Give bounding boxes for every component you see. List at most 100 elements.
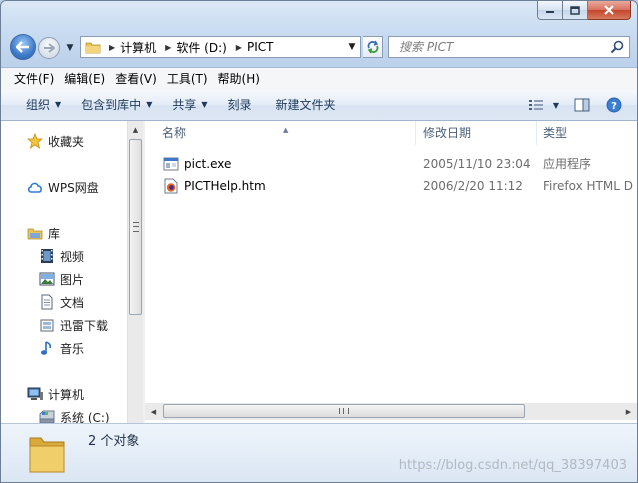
caption-buttons	[537, 1, 631, 20]
preview-pane-button[interactable]	[569, 93, 595, 117]
drive-icon	[39, 409, 55, 423]
refresh-icon	[367, 40, 378, 54]
menu-bar: 文件(F) 编辑(E) 查看(V) 工具(T) 帮助(H)	[1, 67, 637, 90]
new-folder-button[interactable]: 新建文件夹	[267, 93, 345, 117]
organize-button[interactable]: 组织 ▼	[17, 93, 70, 117]
file-list: 名称 ▲ 修改日期 类型 pict.exe 2005/11/10 23:04 应…	[145, 121, 637, 423]
scrollbar-thumb[interactable]	[163, 404, 525, 418]
recent-pages-dropdown[interactable]: ▼	[65, 43, 75, 53]
burn-label: 刻录	[227, 98, 252, 112]
music-icon	[39, 340, 55, 356]
file-list-horizontal-scrollbar[interactable]: ◀ ▶	[145, 403, 637, 420]
sidebar-item-computer[interactable]: 计算机	[27, 384, 84, 404]
file-name: PICTHelp.htm	[184, 179, 266, 193]
scroll-left-arrow-icon[interactable]: ◀	[145, 403, 162, 420]
organize-label: 组织	[26, 98, 51, 112]
burn-button[interactable]: 刻录	[219, 93, 261, 117]
search-icon[interactable]	[610, 40, 624, 57]
menu-file[interactable]: 文件(F)	[9, 69, 59, 89]
address-history-dropdown[interactable]: ▼	[344, 37, 360, 57]
sidebar-item-drive-c[interactable]: 系统 (C:)	[39, 407, 110, 423]
file-row[interactable]: PICTHelp.htm 2006/2/20 11:12 Firefox HTM…	[145, 175, 637, 197]
navigation-pane-scrollbar[interactable]: ▲	[127, 121, 143, 423]
picture-icon	[39, 271, 55, 287]
chevron-down-icon: ▼	[201, 100, 208, 109]
library-icon	[27, 225, 43, 241]
sidebar-item-videos[interactable]: 视频	[39, 246, 84, 266]
menu-help[interactable]: 帮助(H)	[213, 69, 265, 89]
sidebar-label: 视频	[60, 249, 85, 264]
new-folder-label: 新建文件夹	[275, 98, 336, 112]
column-header-name[interactable]: 名称 ▲	[145, 121, 416, 145]
chevron-down-icon: ▼	[348, 42, 356, 52]
sidebar-item-wps[interactable]: WPS网盘	[27, 177, 99, 197]
scroll-right-arrow-icon[interactable]: ▶	[620, 403, 637, 420]
file-name-cell: PICTHelp.htm	[163, 175, 408, 197]
menu-view[interactable]: 查看(V)	[110, 69, 162, 89]
sort-ascending-icon: ▲	[283, 126, 289, 134]
grip-icon	[339, 408, 349, 414]
scrollbar-thumb[interactable]	[129, 139, 142, 315]
menu-tools[interactable]: 工具(T)	[162, 69, 213, 89]
sidebar-item-favorites[interactable]: 收藏夹	[27, 131, 84, 151]
chevron-down-icon: ▼	[55, 100, 62, 109]
breadcrumb-drive-d[interactable]: 软件 (D:)	[176, 37, 230, 57]
star-icon	[27, 133, 43, 149]
share-label: 共享	[172, 98, 197, 112]
search-box[interactable]	[388, 36, 630, 58]
view-options-dropdown[interactable]: ▼	[549, 93, 563, 117]
chevron-down-icon: ▼	[146, 100, 153, 109]
address-bar[interactable]: ▶ 计算机 ▶ 软件 (D:) ▶ PICT ▼	[80, 36, 361, 58]
breadcrumb-pict[interactable]: PICT	[247, 37, 277, 57]
command-bar: 组织 ▼ 包含到库中 ▼ 共享 ▼ 刻录 新建文件夹 ▼ ?	[1, 90, 637, 121]
column-header-date[interactable]: 修改日期	[416, 121, 537, 145]
column-label: 修改日期	[423, 126, 472, 140]
breadcrumb-computer[interactable]: 计算机	[120, 37, 160, 57]
share-button[interactable]: 共享 ▼	[163, 93, 216, 117]
folder-large-icon	[27, 430, 67, 477]
computer-icon	[27, 386, 43, 402]
sidebar-item-library[interactable]: 库	[27, 223, 60, 243]
back-button[interactable]	[10, 34, 36, 60]
close-icon	[604, 5, 614, 15]
scroll-up-arrow-icon[interactable]: ▲	[128, 121, 143, 138]
chevron-down-icon: ▼	[552, 100, 560, 110]
item-count: 2 个对象	[88, 434, 140, 449]
file-date: 2005/11/10 23:04	[423, 157, 531, 171]
file-type: 应用程序	[543, 157, 592, 171]
help-button[interactable]: ?	[601, 93, 627, 117]
change-view-button[interactable]	[523, 93, 549, 117]
preview-pane-icon	[574, 98, 590, 112]
firefox-html-icon	[163, 178, 179, 194]
file-name: pict.exe	[184, 157, 232, 171]
breadcrumb-separator-icon[interactable]: ▶	[231, 43, 247, 52]
sidebar-item-thunder-downloads[interactable]: 迅雷下载	[39, 315, 108, 335]
minimize-button[interactable]	[537, 1, 563, 20]
close-button[interactable]	[588, 1, 631, 20]
breadcrumb-separator-icon[interactable]: ▶	[160, 43, 176, 52]
refresh-button[interactable]	[363, 36, 383, 58]
svg-text:?: ?	[611, 101, 617, 112]
exe-icon	[163, 156, 179, 172]
watermark-text: https://blog.csdn.net/qq_38397403	[398, 458, 627, 473]
navigation-bar: ▼ ▶ 计算机 ▶ 软件 (D:) ▶ PICT ▼	[10, 34, 630, 60]
sidebar-label: 收藏夹	[48, 134, 85, 149]
maximize-button[interactable]	[563, 1, 588, 20]
menu-edit[interactable]: 编辑(E)	[59, 69, 110, 89]
sidebar-item-music[interactable]: 音乐	[39, 338, 84, 358]
cloud-icon	[27, 179, 43, 195]
column-label: 名称	[162, 126, 187, 140]
column-label: 类型	[543, 126, 568, 140]
file-row[interactable]: pict.exe 2005/11/10 23:04 应用程序	[145, 153, 637, 175]
breadcrumb-separator-icon[interactable]: ▶	[104, 43, 120, 52]
forward-button[interactable]	[38, 37, 60, 59]
include-in-library-button[interactable]: 包含到库中 ▼	[72, 93, 161, 117]
file-name-cell: pict.exe	[163, 153, 408, 175]
sidebar-item-documents[interactable]: 文档	[39, 292, 84, 312]
sidebar-label: 文档	[60, 295, 85, 310]
search-input[interactable]	[397, 39, 601, 55]
download-library-icon	[39, 317, 55, 333]
column-header-type[interactable]: 类型	[537, 121, 637, 145]
sidebar-item-pictures[interactable]: 图片	[39, 269, 84, 289]
view-list-icon	[529, 100, 543, 110]
